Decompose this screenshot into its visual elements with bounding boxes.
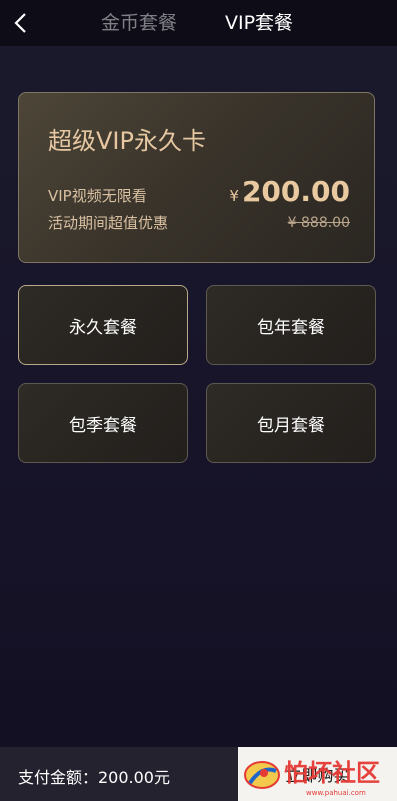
package-label: 包季套餐 (69, 415, 137, 436)
package-label: 包年套餐 (257, 317, 325, 338)
top-bar: 金币套餐 VIP套餐 (0, 0, 397, 46)
package-monthly-button[interactable]: 包月套餐 (206, 383, 376, 463)
card-price: ¥200.00 (229, 175, 350, 208)
card-promo-text: 活动期间超值优惠 (48, 214, 169, 232)
payment-bar: 支付金额：200.00元 立即购买 (0, 747, 397, 801)
vip-permanent-card[interactable]: 超级VIP永久卡 VIP视频无限看 活动期间超值优惠 ¥200.00 ¥ 888… (18, 92, 375, 263)
tab-coin-package[interactable]: 金币套餐 (101, 11, 177, 35)
package-quarterly-button[interactable]: 包季套餐 (18, 383, 188, 463)
card-title: 超级VIP永久卡 (48, 127, 206, 155)
buy-now-label: 立即购买 (285, 766, 350, 785)
currency-symbol: ¥ (229, 187, 239, 205)
package-permanent-button[interactable]: 永久套餐 (18, 285, 188, 365)
package-yearly-button[interactable]: 包年套餐 (206, 285, 376, 365)
package-label: 永久套餐 (69, 317, 137, 338)
card-benefit-text: VIP视频无限看 (48, 187, 147, 205)
buy-now-button[interactable]: 立即购买 (238, 747, 397, 801)
package-label: 包月套餐 (257, 415, 325, 436)
chevron-left-icon[interactable] (10, 11, 32, 35)
tab-vip-package[interactable]: VIP套餐 (225, 11, 293, 35)
original-price: ¥ 888.00 (287, 215, 350, 231)
pay-amount-text: 支付金额：200.00元 (18, 768, 170, 787)
price-value: 200.00 (241, 175, 350, 208)
